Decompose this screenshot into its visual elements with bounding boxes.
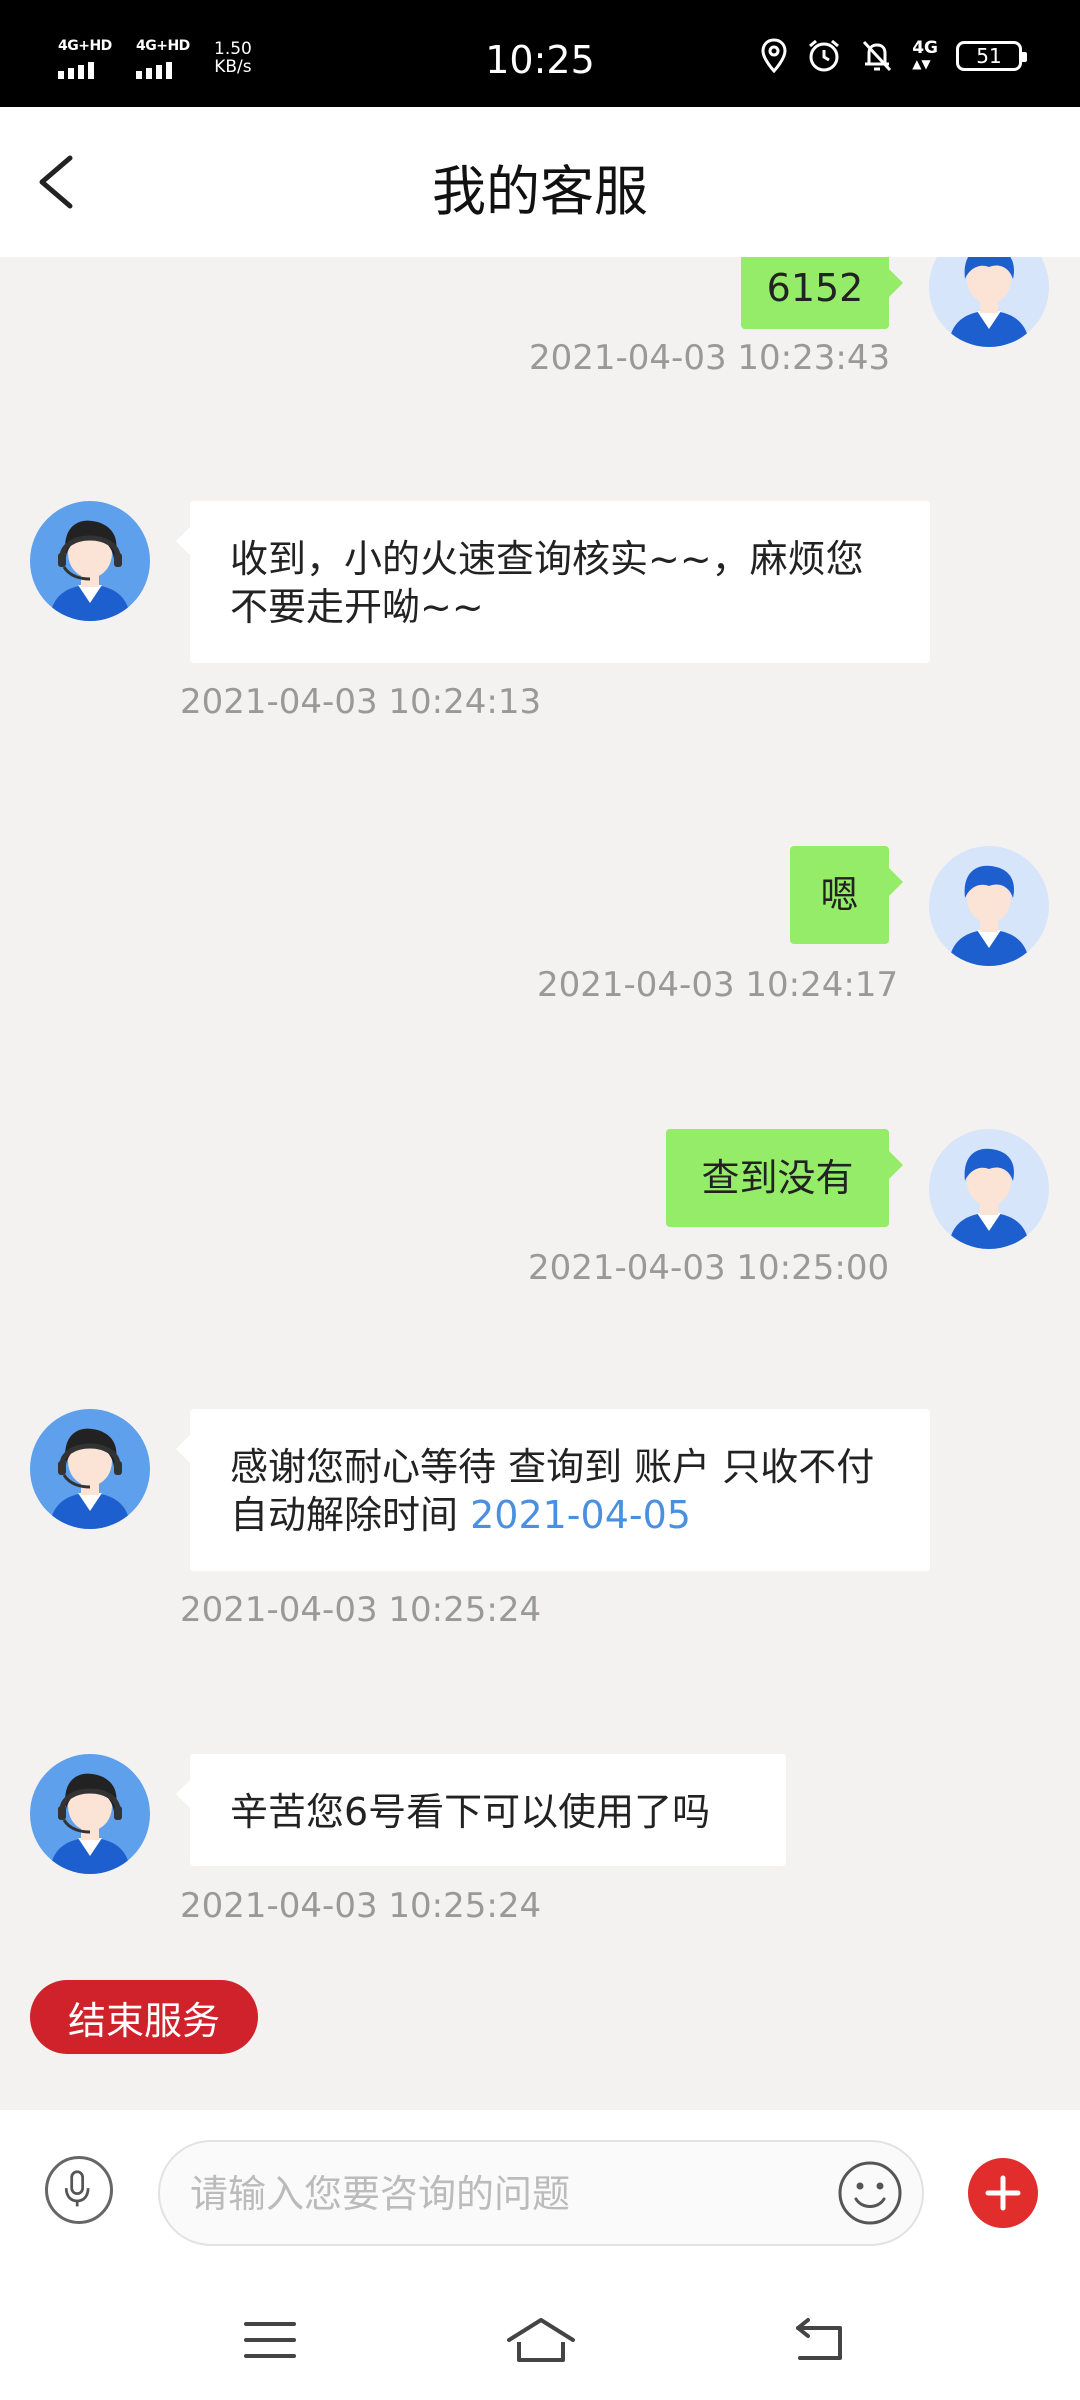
message-bubble-user: 6152	[741, 257, 903, 329]
message-bubble-agent: 感谢您耐心等待 查询到 账户 只收不付 自动解除时间 2021-04-05	[176, 1409, 930, 1571]
location-icon	[761, 38, 787, 74]
mute-icon	[863, 40, 892, 72]
message-bubble-agent: 辛苦您6号看下可以使用了吗	[176, 1754, 786, 1866]
header-bar: 我的客服	[0, 107, 1080, 257]
user-avatar[interactable]	[929, 846, 1049, 966]
message-input[interactable]	[188, 2142, 792, 2246]
date-link[interactable]: 2021-04-05	[470, 1493, 691, 1537]
user-avatar[interactable]	[929, 257, 1049, 347]
plus-icon[interactable]	[968, 2158, 1038, 2228]
microphone-icon[interactable]	[45, 2156, 113, 2224]
agent-avatar[interactable]	[30, 1409, 150, 1529]
message-timestamp: 2021-04-03 10:25:24	[180, 1886, 542, 1926]
smiley-icon[interactable]	[836, 2159, 904, 2227]
agent-avatar[interactable]	[30, 501, 150, 621]
message-timestamp: 2021-04-03 10:24:17	[537, 965, 899, 1005]
message-bubble-agent: 收到，小的火速查询核实~~，麻烦您不要走开呦~~	[176, 501, 930, 663]
message-timestamp: 2021-04-03 10:25:24	[180, 1590, 542, 1630]
status-bar: 4G+HD 4G+HD 1.50 KB/s 10:25 4G ▲▼ 51	[0, 0, 1080, 107]
network-4g-icon: 4G ▲▼	[912, 38, 938, 72]
alarm-icon	[809, 39, 840, 72]
home-icon[interactable]	[505, 2310, 577, 2370]
menu-icon[interactable]	[240, 2310, 300, 2370]
chat-area[interactable]: 6152 2021-04-03 10:23:43 收到，小的火速查询核实~~，麻…	[0, 257, 1080, 2110]
agent-avatar[interactable]	[30, 1754, 150, 1874]
message-timestamp: 2021-04-03 10:25:00	[528, 1248, 890, 1288]
return-icon[interactable]	[790, 2310, 850, 2370]
system-nav-bar	[0, 2280, 1080, 2400]
page-title: 我的客服	[432, 160, 648, 223]
status-right: 4G ▲▼ 51	[760, 38, 1027, 74]
message-timestamp: 2021-04-03 10:24:13	[180, 682, 542, 722]
input-bar	[0, 2110, 1080, 2280]
message-timestamp: 2021-04-03 10:23:43	[529, 338, 891, 378]
message-bubble-user: 查到没有	[666, 1129, 903, 1227]
battery-icon: 51	[956, 41, 1027, 71]
user-avatar[interactable]	[929, 1129, 1049, 1249]
message-input-field[interactable]	[158, 2140, 924, 2246]
message-bubble-user: 嗯	[790, 846, 903, 944]
end-service-button[interactable]: 结束服务	[30, 1980, 258, 2054]
